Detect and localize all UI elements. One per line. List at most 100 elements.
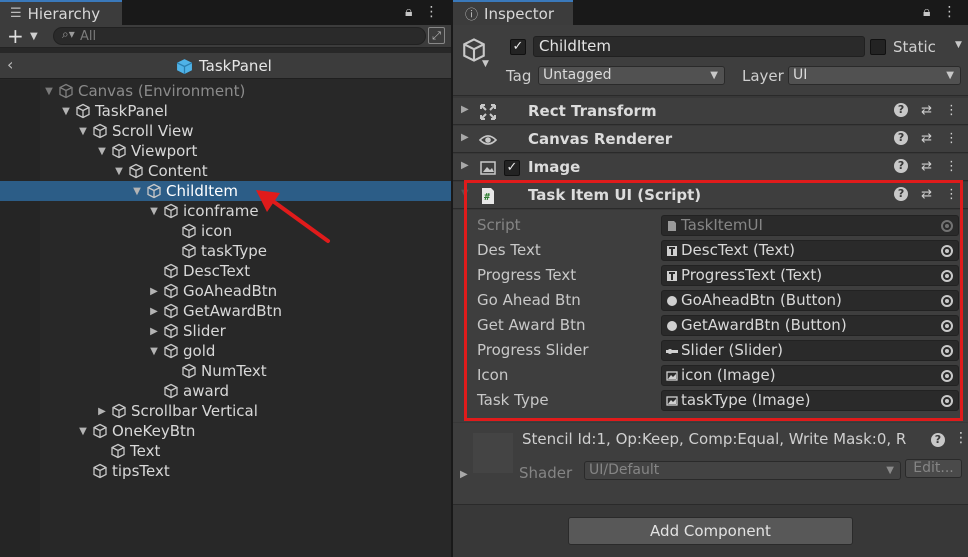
foldout-expanded-icon[interactable]: ▼ (76, 126, 90, 137)
static-checkbox[interactable] (870, 39, 886, 55)
foldout-collapsed-icon[interactable]: ▶ (461, 104, 469, 115)
hierarchy-row[interactable]: ▼ OneKeyBtn (0, 421, 451, 441)
foldout-collapsed-icon[interactable]: ▶ (147, 286, 161, 297)
foldout-expanded-icon[interactable]: ▼ (130, 186, 144, 197)
kebab-menu-icon[interactable]: ⋮ (942, 4, 956, 20)
kebab-menu-icon[interactable]: ⋮ (945, 131, 958, 146)
tab-inspector-label: Inspector (484, 4, 554, 23)
hierarchy-row-label: Slider (183, 322, 226, 340)
info-icon: ⓘ (465, 8, 479, 23)
material-preview (473, 433, 513, 473)
create-plus-button[interactable]: + (7, 25, 24, 47)
foldout-expanded-icon[interactable]: ▼ (112, 166, 126, 177)
object-name-field[interactable]: ChildItem (533, 36, 865, 57)
hierarchy-row[interactable]: Text (0, 441, 451, 461)
hierarchy-row[interactable]: award (0, 381, 451, 401)
component-canvas-renderer[interactable]: ▶ Canvas Renderer ? ⇄ ⋮ (453, 126, 968, 153)
presets-icon[interactable]: ⇄ (921, 159, 932, 174)
hierarchy-row-label: Canvas (Environment) (78, 82, 246, 100)
help-icon[interactable]: ? (894, 131, 909, 145)
hierarchy-row[interactable]: icon (0, 221, 451, 241)
hierarchy-row[interactable]: taskType (0, 241, 451, 261)
help-icon[interactable]: ? (894, 159, 909, 173)
gameobject-icon (111, 403, 127, 419)
hierarchy-tabbar: ☰ Hierarchy 🔒︎ ⋮ (0, 0, 451, 25)
edit-shader-button[interactable]: Edit... (905, 459, 962, 478)
hierarchy-row[interactable]: ▼ gold (0, 341, 451, 361)
create-dropdown-arrow-icon[interactable]: ▼ (30, 26, 38, 48)
foldout-expanded-icon[interactable]: ▼ (147, 206, 161, 217)
gameobject-icon (58, 83, 74, 99)
hierarchy-row-label: GoAheadBtn (183, 282, 278, 300)
gameobject-icon (110, 443, 126, 459)
hierarchy-row[interactable]: ▼ Scroll View (0, 121, 451, 141)
shader-label: Shader (519, 464, 573, 482)
add-component-button[interactable]: Add Component (568, 517, 853, 545)
component-rect-transform[interactable]: ▶ Rect Transform ? ⇄ ⋮ (453, 98, 968, 125)
hierarchy-panel: ☰ Hierarchy 🔒︎ ⋮ + ▼ ⌕▾ All ⤢ ‹ TaskPane… (0, 0, 451, 557)
inspector-panel: ⓘ Inspector 🔒︎ ⋮ ▼ ✓ ChildItem Static ▼ … (453, 0, 968, 557)
presets-icon[interactable]: ⇄ (921, 131, 932, 146)
foldout-expanded-icon[interactable]: ▼ (147, 346, 161, 357)
help-icon[interactable]: ? (894, 103, 909, 117)
tab-inspector[interactable]: ⓘ Inspector (453, 0, 573, 25)
shader-dropdown[interactable]: UI/Default ▼ (584, 461, 901, 480)
foldout-collapsed-icon[interactable]: ▶ (147, 306, 161, 317)
highlight-box (464, 180, 963, 421)
gameobject-header: ▼ ✓ ChildItem Static ▼ Tag Untagged ▼ La… (453, 25, 968, 96)
foldout-collapsed-icon[interactable]: ▶ (95, 406, 109, 417)
help-icon[interactable]: ? (931, 433, 945, 447)
lock-icon[interactable]: 🔒︎ (923, 4, 930, 20)
hierarchy-search-input[interactable]: ⌕▾ All (53, 27, 426, 45)
hierarchy-row-label: Text (130, 442, 161, 460)
chevron-down-icon: ▼ (710, 70, 718, 81)
foldout-expanded-icon[interactable]: ▼ (42, 86, 56, 97)
foldout-expanded-icon[interactable]: ▼ (76, 426, 90, 437)
foldout-collapsed-icon[interactable]: ▶ (461, 160, 469, 171)
hierarchy-row[interactable]: DescText (0, 261, 451, 281)
image-enabled-checkbox[interactable]: ✓ (504, 160, 520, 176)
foldout-collapsed-icon[interactable]: ▶ (147, 326, 161, 337)
foldout-collapsed-icon[interactable]: ▶ (461, 132, 469, 143)
kebab-menu-icon[interactable]: ⋮ (945, 103, 958, 118)
hierarchy-toolbar: + ▼ ⌕▾ All ⤢ (0, 25, 451, 48)
component-buttons: ? ⇄ ⋮ (894, 159, 958, 174)
icon-dropdown-arrow-icon[interactable]: ▼ (482, 59, 489, 69)
layer-dropdown[interactable]: UI ▼ (788, 66, 961, 85)
annotation-arrow (256, 190, 330, 243)
tag-dropdown[interactable]: Untagged ▼ (538, 66, 725, 85)
hierarchy-row[interactable]: ▼ Viewport (0, 141, 451, 161)
active-checkbox[interactable]: ✓ (510, 39, 526, 55)
hierarchy-row[interactable]: ▶ GetAwardBtn (0, 301, 451, 321)
lock-icon[interactable]: 🔒︎ (405, 4, 412, 20)
static-label: Static (893, 38, 936, 56)
back-arrow-icon[interactable]: ‹ (7, 55, 13, 74)
hierarchy-row[interactable]: ▶ Scrollbar Vertical (0, 401, 451, 421)
component-buttons: ? ⇄ ⋮ (894, 131, 958, 146)
hierarchy-row[interactable]: tipsText (0, 461, 451, 481)
hierarchy-row-label: DescText (183, 262, 251, 280)
search-placeholder: All (80, 29, 97, 44)
presets-icon[interactable]: ⇄ (921, 103, 932, 118)
static-dropdown-arrow-icon[interactable]: ▼ (955, 40, 962, 50)
hierarchy-row[interactable]: ▼ iconframe (0, 201, 451, 221)
hierarchy-row[interactable]: ▶ Slider (0, 321, 451, 341)
hierarchy-row-selected[interactable]: ▼ ChildItem (0, 181, 451, 201)
hierarchy-row[interactable]: ▼ Content (0, 161, 451, 181)
foldout-collapsed-icon[interactable]: ▶ (460, 469, 468, 480)
component-image[interactable]: ▶ ✓ Image ? ⇄ ⋮ (453, 154, 968, 181)
gameobject-icon (111, 143, 127, 159)
scene-search-option-icon[interactable]: ⤢ (428, 27, 445, 44)
foldout-expanded-icon[interactable]: ▼ (95, 146, 109, 157)
foldout-expanded-icon[interactable]: ▼ (59, 106, 73, 117)
hierarchy-row[interactable]: ▼ Canvas (Environment) (0, 81, 451, 101)
kebab-menu-icon[interactable]: ⋮ (424, 4, 438, 20)
kebab-menu-icon[interactable]: ⋮ (954, 430, 968, 446)
tab-hierarchy[interactable]: ☰ Hierarchy (0, 0, 122, 25)
kebab-menu-icon[interactable]: ⋮ (945, 159, 958, 174)
hierarchy-row[interactable]: ▶ GoAheadBtn (0, 281, 451, 301)
hierarchy-row[interactable]: ▼ TaskPanel (0, 101, 451, 121)
component-title: Image (528, 158, 581, 176)
prefab-cube-icon (176, 58, 193, 75)
hierarchy-row[interactable]: NumText (0, 361, 451, 381)
